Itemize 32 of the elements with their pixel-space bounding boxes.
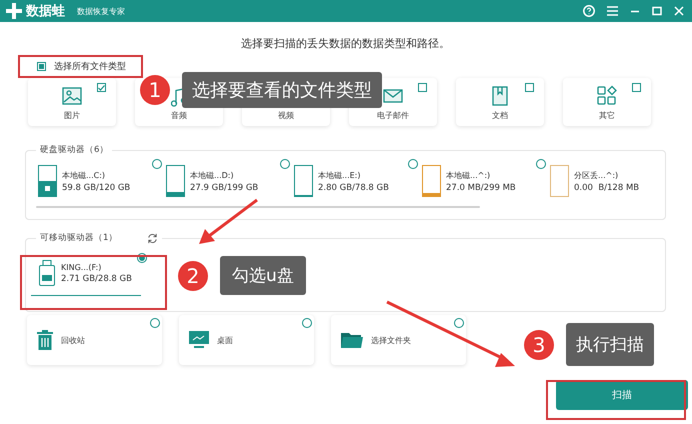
page-heading: 选择要扫描的丢失数据的数据类型和路径。 <box>240 36 451 52</box>
location-label: 回收站 <box>61 334 85 346</box>
drive-size: 2.80 GB/78.8 GB <box>318 182 389 192</box>
file-type-label: 文档 <box>492 110 508 121</box>
location-label: 选择文件夹 <box>371 334 411 346</box>
drive-size: 59.8 GB/120 GB <box>62 182 130 192</box>
select-all-label: 选择所有文件类型 <box>54 60 126 72</box>
drive-name: 本地磁...^:) <box>446 170 492 180</box>
annotation-tooltip: 勾选u盘 <box>220 256 306 295</box>
section-title: 硬盘驱动器（6） <box>40 144 108 156</box>
drive-name: 本地磁...D:) <box>190 170 235 180</box>
annotation-tooltip: 执行扫描 <box>566 323 654 366</box>
drive-size: 2.71 GB/28.8 GB <box>61 274 132 284</box>
step-number: 2 <box>178 260 208 290</box>
drive-name: 本地磁...C:) <box>62 170 106 180</box>
drive-size: 0.00 B/128 MB <box>574 182 640 192</box>
section-title: 可移动驱动器（1） <box>40 232 118 244</box>
drive-size: 27.9 GB/199 GB <box>190 182 258 192</box>
drive-name: 本地磁...E:) <box>318 170 362 180</box>
file-type-label: 其它 <box>599 110 615 121</box>
annotation-tooltip: 选择要查看的文件类型 <box>182 72 382 108</box>
app-logo: 数据蛙 <box>26 3 65 20</box>
location-label: 桌面 <box>217 334 233 346</box>
drive-name: KING...(F:) <box>61 262 102 272</box>
file-type-label: 图片 <box>64 110 80 121</box>
step-number: 3 <box>524 330 554 360</box>
app-subtitle: 数据恢复专家 <box>77 6 125 16</box>
file-type-label: 视频 <box>278 110 294 121</box>
file-type-label: 电子邮件 <box>377 110 409 121</box>
drive-name: 分区丢...^:) <box>574 170 620 180</box>
drive-size: 27.0 MB/299 MB <box>446 182 516 192</box>
file-type-label: 音频 <box>171 110 187 121</box>
